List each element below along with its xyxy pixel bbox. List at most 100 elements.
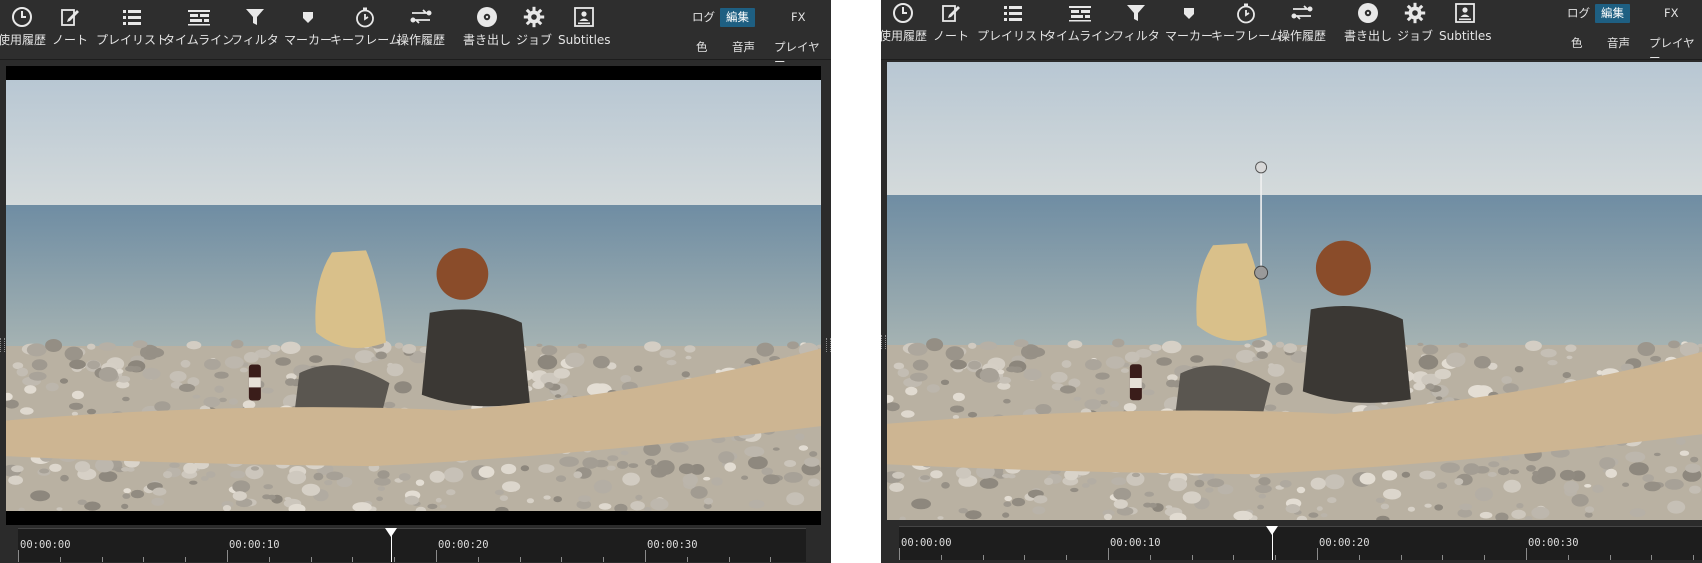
timeline-tick [1526, 548, 1527, 560]
toolbar-button-label: 書き出し [463, 33, 512, 47]
timeline-tick [60, 557, 61, 562]
timeline-tick [185, 557, 186, 562]
playhead-handle[interactable] [1266, 526, 1278, 535]
toolbar-button-label: ノート [52, 33, 89, 47]
timeline-ruler[interactable]: 00:00:00 00:00:10 00:00:20 00:00:30 [18, 528, 806, 562]
toolbar-button-6[interactable]: マーカー [1165, 2, 1213, 52]
gear-icon [516, 6, 552, 28]
resize-grip-left[interactable] [0, 338, 5, 352]
disc-icon [463, 6, 511, 28]
timeline-tick [520, 557, 521, 562]
toolbar-button-4[interactable]: タイムライン [163, 6, 234, 56]
workspace-color-button[interactable]: 色 [1565, 34, 1589, 53]
toolbar-button-9[interactable]: 書き出し [463, 6, 511, 56]
toolbar-button-2[interactable]: ノート [933, 2, 969, 52]
timeline-ruler[interactable]: 00:00:00 00:00:10 00:00:20 00:00:30 [899, 526, 1702, 560]
toolbar-button-4[interactable]: タイムライン [1044, 2, 1115, 52]
timeline-tick [1651, 555, 1652, 560]
subtitles-icon [1439, 2, 1492, 24]
toolbar-button-label: タイムライン [1044, 29, 1116, 43]
toolbar-button-label: 操作履歴 [397, 33, 446, 47]
toolbar-button-5[interactable]: フィルタ [1112, 2, 1160, 52]
note-edit-icon [933, 2, 969, 24]
beach-scene-image [6, 80, 821, 515]
toolbar-button-label: ノート [933, 29, 970, 43]
toolbar-button-6[interactable]: マーカー [284, 6, 332, 56]
gear-icon [1397, 2, 1433, 24]
timeline-tick [102, 557, 103, 562]
workspace-audio-button[interactable]: 音声 [726, 38, 761, 57]
marker-icon [284, 6, 332, 28]
toolbar-button-label: プレイリスト [96, 33, 169, 47]
toolbar-button-3[interactable]: プレイリスト [96, 6, 168, 56]
timecode-label: 00:00:20 [438, 539, 489, 551]
left-editor-window: 使用履歴 ノート プレイリスト タイムライン フィルタ マーカー キーフレーム 操作履歴 書き出… [0, 0, 831, 563]
workspace-fx-button[interactable]: FX [1658, 4, 1685, 23]
toolbar-button-1[interactable]: 使用履歴 [0, 6, 46, 56]
timeline-tick [143, 557, 144, 562]
workspace-log-button[interactable]: ログ [686, 8, 721, 27]
timeline-tick [1401, 555, 1402, 560]
timeline-tick [394, 557, 395, 562]
video-viewer[interactable] [887, 62, 1702, 520]
toolbar-button-3[interactable]: プレイリスト [977, 2, 1049, 52]
resize-grip-left[interactable] [881, 335, 886, 349]
toolbar-button-10[interactable]: ジョブ [1397, 2, 1433, 52]
timeline-tick [1442, 555, 1443, 560]
toolbar-button-label: 使用履歴 [0, 33, 47, 47]
subtitles-icon [558, 6, 611, 28]
toolbar-button-label: Subtitles [1439, 29, 1492, 43]
timeline-tick [603, 557, 604, 562]
toolbar-button-2[interactable]: ノート [52, 6, 88, 56]
workspace-fx-button[interactable]: FX [785, 8, 812, 27]
toolbar-button-5[interactable]: フィルタ [231, 6, 279, 56]
toolbar-button-label: マーカー [284, 33, 333, 47]
timeline-tick [18, 550, 19, 562]
timeline-tick [1484, 555, 1485, 560]
toolbar-button-11[interactable]: Subtitles [558, 6, 611, 56]
workspace-audio-button[interactable]: 音声 [1601, 34, 1636, 53]
toolbar-button-8[interactable]: 操作履歴 [397, 6, 445, 56]
toolbar-button-7[interactable]: キーフレーム [330, 6, 401, 56]
toolbar-button-label: キーフレーム [330, 33, 401, 47]
toolbar-button-label: タイムライン [163, 33, 235, 47]
beach-scene-image [887, 62, 1702, 520]
workspace-edit-button[interactable]: 編集 [1595, 4, 1630, 23]
resize-grip-right[interactable] [826, 338, 831, 352]
toolbar-button-label: ジョブ [1397, 29, 1434, 43]
timeline-tick [436, 550, 437, 562]
timeline-tick [1275, 555, 1276, 560]
timecode-label: 00:00:00 [20, 539, 71, 551]
stopwatch-icon [1211, 2, 1282, 24]
timeline-tick [983, 555, 984, 560]
timecode-label: 00:00:00 [901, 537, 952, 549]
toolbar-button-label: プレイリスト [977, 29, 1050, 43]
playhead-handle[interactable] [385, 528, 397, 537]
main-toolbar: 使用履歴 ノート プレイリスト タイムライン フィルタ マーカー キーフレーム 操作履歴 書き出… [881, 0, 1702, 65]
timeline-tick [687, 557, 688, 562]
toolbar-button-10[interactable]: ジョブ [516, 6, 552, 56]
toolbar-button-11[interactable]: Subtitles [1439, 2, 1492, 52]
workspace-color-button[interactable]: 色 [690, 38, 714, 57]
note-edit-icon [52, 6, 88, 28]
timecode-label: 00:00:30 [1528, 537, 1579, 549]
timeline-tick [1108, 548, 1109, 560]
main-toolbar: 使用履歴 ノート プレイリスト タイムライン フィルタ マーカー キーフレーム 操作履歴 書き出… [0, 0, 831, 69]
toolbar-button-1[interactable]: 使用履歴 [881, 2, 927, 52]
right-editor-window: 使用履歴 ノート プレイリスト タイムライン フィルタ マーカー キーフレーム 操作履歴 書き出… [881, 0, 1702, 563]
workspace-log-button[interactable]: ログ [1561, 4, 1596, 23]
timecode-label: 00:00:10 [1110, 537, 1161, 549]
timeline-tick [561, 557, 562, 562]
timeline-tick [1317, 548, 1318, 560]
timeline-tick [269, 557, 270, 562]
toolbar-button-8[interactable]: 操作履歴 [1278, 2, 1326, 52]
timeline-tick [1359, 555, 1360, 560]
toolbar-button-7[interactable]: キーフレーム [1211, 2, 1282, 52]
history-arrows-icon [1278, 2, 1326, 24]
timeline-tick [478, 557, 479, 562]
timeline-tick [941, 555, 942, 560]
timeline-tick [1024, 555, 1025, 560]
video-viewer[interactable] [6, 66, 821, 525]
toolbar-button-9[interactable]: 書き出し [1344, 2, 1392, 52]
workspace-edit-button[interactable]: 編集 [720, 8, 755, 27]
